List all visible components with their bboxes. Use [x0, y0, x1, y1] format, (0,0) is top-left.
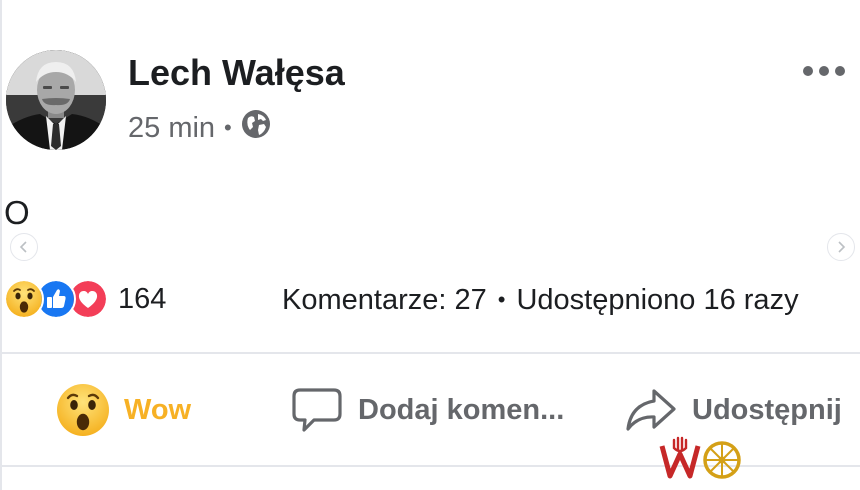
author-avatar[interactable]: [6, 50, 106, 150]
wow-face-icon: [57, 384, 109, 436]
chevron-right-icon: [838, 241, 846, 253]
post-text: O: [4, 194, 30, 231]
more-options-icon: [803, 66, 845, 76]
wow-face-icon: [4, 279, 44, 319]
post-stats: Komentarze: 27 • Udostępniono 16 razy: [282, 280, 799, 320]
more-options-button[interactable]: [798, 56, 850, 86]
shares-count-link[interactable]: Udostępniono 16 razy: [516, 284, 798, 317]
previous-arrow-button[interactable]: [10, 233, 38, 261]
post-time[interactable]: 25 min: [128, 112, 215, 145]
reactions-summary[interactable]: 164: [4, 278, 166, 320]
wow-reaction-button[interactable]: Wow: [56, 380, 191, 440]
wheel-logo-icon: [703, 441, 741, 479]
share-arrow-icon: [626, 389, 676, 431]
wiocha-logo-icon: [659, 436, 701, 479]
share-label: Udostępnij: [692, 393, 842, 426]
wow-label: Wow: [124, 393, 192, 426]
comment-button[interactable]: Dodaj komen...: [290, 380, 564, 440]
meta-separator: •: [224, 115, 232, 140]
left-border: [0, 0, 2, 490]
reactions-count: 164: [118, 282, 167, 315]
chevron-left-icon: [19, 241, 27, 253]
globe-icon: [241, 109, 271, 147]
author-name[interactable]: Lech Wałęsa: [128, 52, 345, 94]
share-button[interactable]: Udostępnij: [624, 380, 842, 440]
stats-separator: •: [497, 287, 506, 312]
actions-divider-top: [0, 352, 860, 354]
wiocha-watermark: [658, 434, 744, 486]
comment-label: Dodaj komen...: [358, 393, 565, 426]
comment-icon: [292, 388, 342, 432]
avatar-portrait: [6, 50, 106, 150]
comments-count-link[interactable]: Komentarze: 27: [282, 284, 487, 317]
next-arrow-button[interactable]: [827, 233, 855, 261]
post-meta: 25 min •: [128, 108, 271, 148]
